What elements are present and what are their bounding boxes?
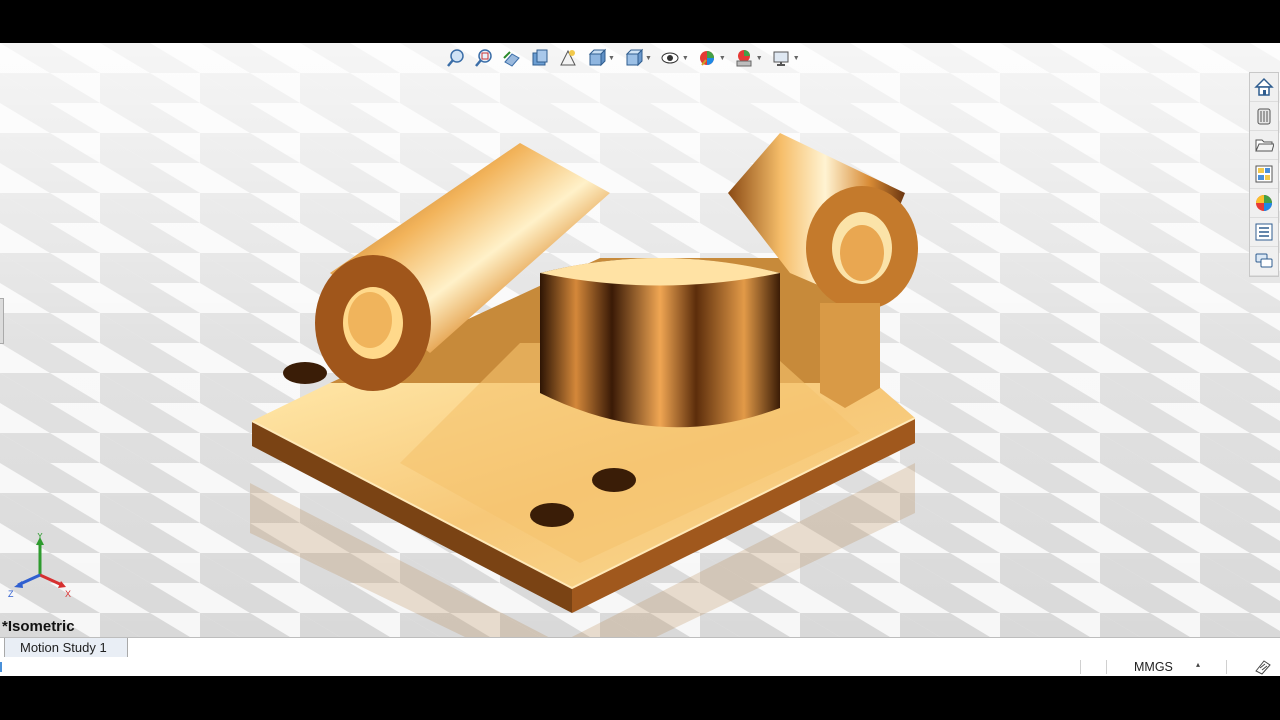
display-style-icon[interactable] bbox=[621, 46, 645, 70]
view-settings-icon[interactable] bbox=[769, 46, 793, 70]
status-bar: MMGS ▴ bbox=[0, 658, 1280, 676]
view-settings-caret-icon[interactable]: ▼ bbox=[793, 55, 800, 62]
z-axis-label: Z bbox=[8, 589, 14, 599]
graphics-area[interactable]: ▼ ▼ ▼ ▼ ▼ ▼ Y X Z *Isometric bbox=[0, 43, 1280, 637]
section-view-icon[interactable] bbox=[528, 46, 552, 70]
zoom-to-area-icon[interactable] bbox=[472, 46, 496, 70]
tab-motion-study-1[interactable]: Motion Study 1 bbox=[4, 638, 128, 657]
view-palette-icon[interactable] bbox=[1250, 160, 1278, 189]
model-tabs-bar: Motion Study 1 bbox=[0, 637, 1280, 659]
home-icon[interactable] bbox=[1250, 73, 1278, 102]
dynamic-annotation-icon[interactable] bbox=[556, 46, 580, 70]
status-indicator bbox=[0, 662, 2, 672]
unit-system-caret-icon[interactable]: ▴ bbox=[1196, 660, 1200, 669]
display-style-caret-icon[interactable]: ▼ bbox=[645, 55, 652, 62]
y-axis-label: Y bbox=[37, 533, 43, 541]
view-orientation-caret-icon[interactable]: ▼ bbox=[608, 55, 615, 62]
view-orientation-icon[interactable] bbox=[584, 46, 608, 70]
unit-system-selector[interactable]: MMGS bbox=[1134, 660, 1173, 674]
reference-triad: Y X Z bbox=[8, 533, 71, 599]
zoom-to-fit-icon[interactable] bbox=[444, 46, 468, 70]
letterbox-bottom bbox=[0, 676, 1280, 720]
heads-up-view-toolbar: ▼ ▼ ▼ ▼ ▼ ▼ bbox=[444, 45, 802, 71]
task-pane-tabs bbox=[1249, 72, 1279, 277]
custom-properties-icon[interactable] bbox=[1250, 218, 1278, 247]
previous-view-icon[interactable] bbox=[500, 46, 524, 70]
edit-appearance-icon[interactable] bbox=[695, 46, 719, 70]
file-explorer-icon[interactable] bbox=[1250, 131, 1278, 160]
view-orientation-label: *Isometric bbox=[2, 618, 75, 635]
appearances-icon[interactable] bbox=[1250, 189, 1278, 218]
feature-manager-collapse-handle[interactable] bbox=[0, 298, 4, 344]
edit-appearance-caret-icon[interactable]: ▼ bbox=[719, 55, 726, 62]
letterbox-top bbox=[0, 0, 1280, 43]
hide-show-caret-icon[interactable]: ▼ bbox=[682, 55, 689, 62]
checkerboard-floor bbox=[0, 43, 1280, 637]
status-separator bbox=[1080, 660, 1081, 674]
apply-scene-icon[interactable] bbox=[732, 46, 756, 70]
x-axis bbox=[39, 573, 63, 587]
status-separator bbox=[1226, 660, 1227, 674]
hide-show-items-icon[interactable] bbox=[658, 46, 682, 70]
apply-scene-caret-icon[interactable]: ▼ bbox=[756, 55, 763, 62]
design-library-icon[interactable] bbox=[1250, 102, 1278, 131]
status-separator bbox=[1106, 660, 1107, 674]
x-axis-label: X bbox=[65, 589, 71, 599]
forum-icon[interactable] bbox=[1250, 247, 1278, 276]
